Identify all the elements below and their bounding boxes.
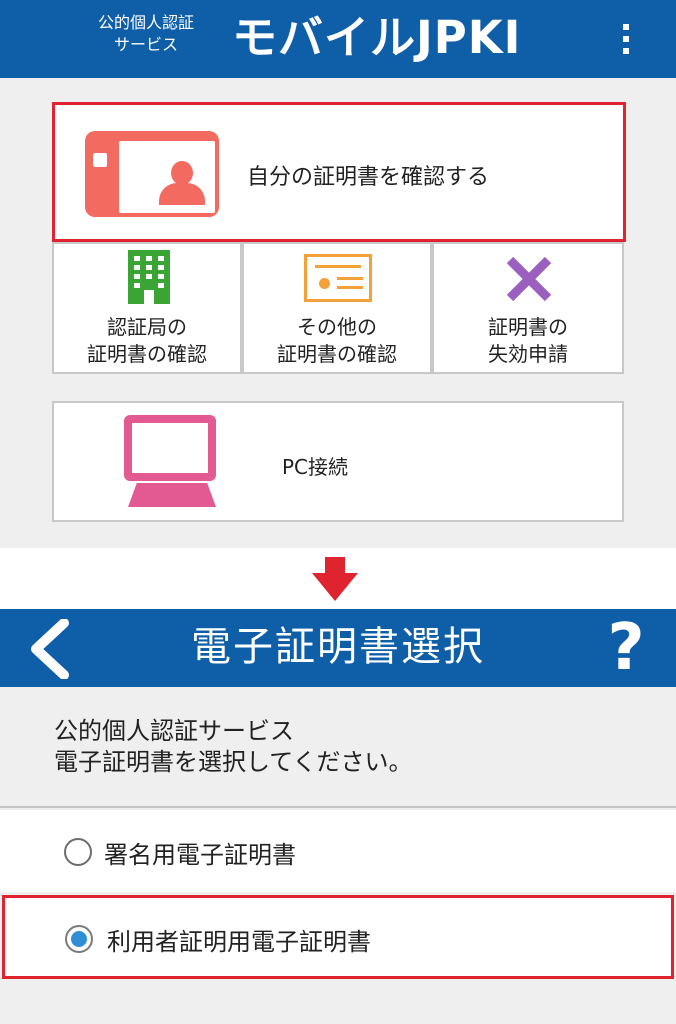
revoke-certificate-button[interactable]: 証明書の 失効申請 <box>432 242 624 374</box>
option-label: 署名用電子証明書 <box>104 841 296 869</box>
building-icon <box>128 250 170 304</box>
app-title: モバイルJPKI <box>232 11 522 64</box>
service-name-line1: 公的個人認証 <box>97 13 194 32</box>
check-my-certificate-label: 自分の証明書を確認する <box>247 165 490 190</box>
instruction-text: 公的個人認証サービス 電子証明書を選択してください。 <box>54 717 413 776</box>
pc-connect-button[interactable]: PC接続 <box>52 401 624 522</box>
more-menu-icon[interactable] <box>616 22 636 56</box>
select-certificate-header: 電子証明書選択 ? <box>0 609 676 687</box>
ca-certificate-button[interactable]: 認証局の 証明書の確認 <box>52 242 242 374</box>
arrow-down-icon <box>312 557 358 601</box>
certificate-icon <box>304 254 372 302</box>
app-header: 公的個人認証 サービス モバイルJPKI <box>0 0 676 78</box>
check-my-certificate-button[interactable]: 自分の証明書を確認する <box>52 102 626 242</box>
page-title: 電子証明書選択 <box>191 624 485 670</box>
other-certificate-button[interactable]: その他の 証明書の確認 <box>242 242 432 374</box>
option-label: 利用者証明用電子証明書 <box>107 928 371 956</box>
option-signature-certificate[interactable]: 署名用電子証明書 <box>0 810 676 892</box>
revoke-x-icon <box>506 256 552 302</box>
service-name-line2: サービス <box>113 35 178 54</box>
revoke-certificate-label: 証明書の 失効申請 <box>488 315 568 366</box>
option-user-auth-certificate[interactable]: 利用者証明用電子証明書 <box>2 895 674 979</box>
other-certificate-label: その他の 証明書の確認 <box>277 315 397 366</box>
radio-button-selected[interactable] <box>65 925 93 953</box>
radio-button[interactable] <box>64 838 92 866</box>
divider <box>0 806 676 808</box>
ca-certificate-label: 認証局の 証明書の確認 <box>87 315 207 366</box>
pc-connect-label: PC接続 <box>282 455 349 479</box>
id-card-icon <box>85 131 219 217</box>
help-icon[interactable]: ? <box>596 613 656 683</box>
service-name: 公的個人認証 サービス <box>86 12 206 56</box>
